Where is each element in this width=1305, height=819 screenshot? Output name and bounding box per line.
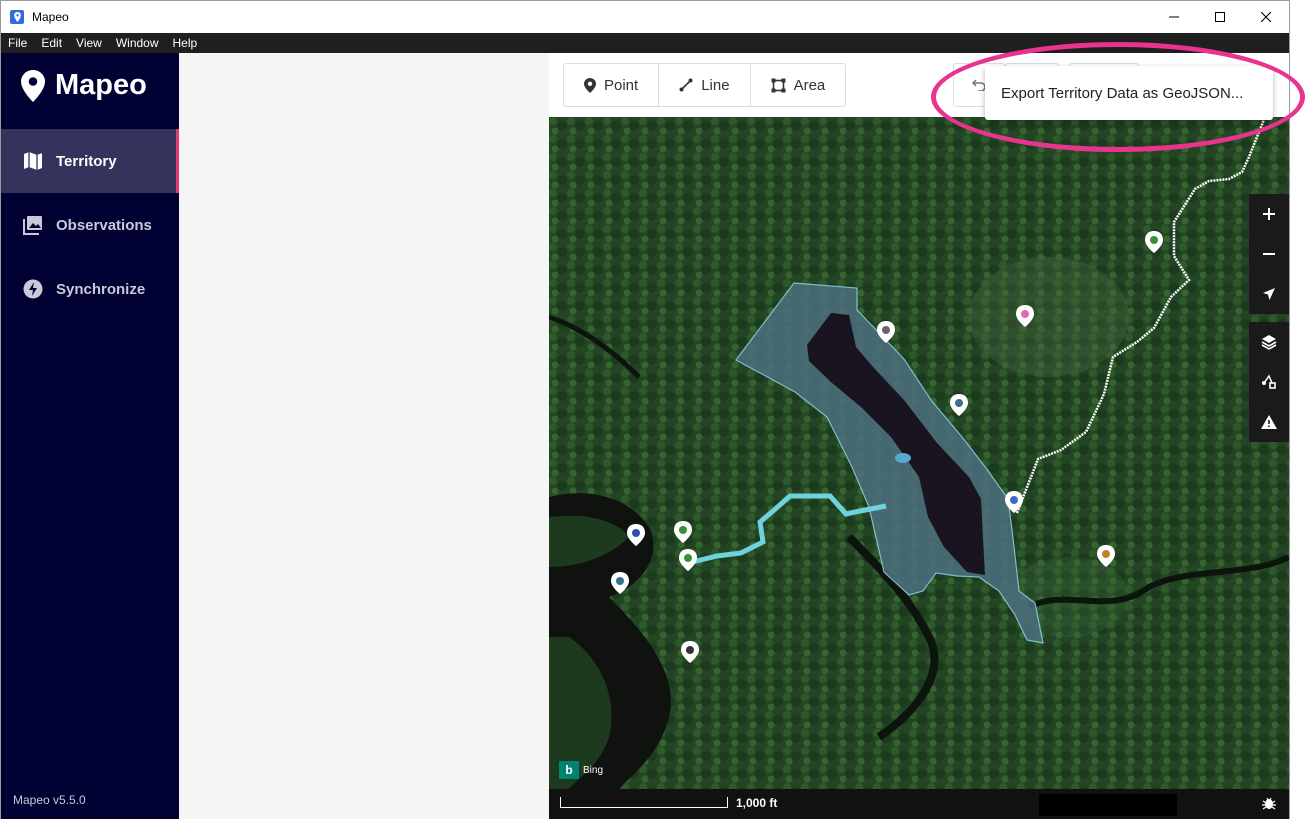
sidebar-item-label: Observations [56,216,152,234]
minimize-button[interactable] [1151,1,1197,33]
layers-icon [1261,335,1277,350]
bug-report-icon[interactable] [1261,795,1277,811]
area-icon [771,78,786,92]
zoom-controls [1249,194,1289,314]
zoom-out-button[interactable] [1249,234,1289,274]
app-version: Mapeo v5.5.0 [13,793,86,807]
sidebar-item-label: Territory [56,152,117,170]
add-point-button[interactable]: Point [564,64,660,106]
warning-icon [1261,415,1277,429]
title-bar: Mapeo [1,1,1289,33]
sidebar-item-territory[interactable]: Territory [1,129,179,193]
point-label: Point [604,76,639,94]
list-pane [179,53,549,819]
map-pin-icon [21,69,45,102]
locate-button[interactable] [1249,274,1289,314]
line-icon [679,78,693,92]
zoom-in-button[interactable] [1249,194,1289,234]
sidebar: Mapeo Territory Observations Synchronize… [1,53,179,819]
shape-edit-icon [1262,374,1276,389]
map-view[interactable]: b Bing [549,117,1289,789]
close-icon [1261,12,1271,22]
measure-button[interactable] [1249,362,1289,402]
scale-label: 1,000 ft [736,796,778,810]
sidebar-item-synchronize[interactable]: Synchronize [1,257,179,321]
menu-edit[interactable]: Edit [34,36,69,50]
logo-text: Mapeo [55,69,147,101]
window-controls [1151,1,1289,33]
satellite-imagery [549,117,1289,789]
menu-help[interactable]: Help [166,36,205,50]
add-area-button[interactable]: Area [751,64,846,106]
app-icon [10,10,24,24]
issues-button[interactable] [1249,402,1289,442]
logo: Mapeo [21,69,147,102]
sidebar-item-label: Synchronize [56,280,146,298]
attribution-text: Bing [583,764,604,776]
plus-icon [1263,208,1275,220]
close-button[interactable] [1243,1,1289,33]
area-label: Area [793,76,826,94]
photos-icon [23,216,42,235]
sidebar-item-observations[interactable]: Observations [1,193,179,257]
map-attribution: b Bing [559,761,603,779]
map-footer: 1,000 ft [549,789,1289,819]
maximize-icon [1215,12,1225,22]
window-title: Mapeo [32,10,69,24]
menu-view[interactable]: View [69,36,109,50]
redacted-area [1039,794,1177,816]
add-line-button[interactable]: Line [659,64,751,106]
minimize-icon [1169,16,1179,18]
highlight-annotation [931,42,1305,152]
line-label: Line [701,76,730,94]
bolt-icon [23,279,43,299]
point-icon [584,77,596,93]
map-icon [24,152,42,170]
map-tools [1249,322,1289,442]
add-tools: Point Line Area [563,63,847,107]
menu-file[interactable]: File [1,36,34,50]
layers-button[interactable] [1249,322,1289,362]
menu-window[interactable]: Window [109,36,166,50]
scale-bar [560,797,728,808]
bing-logo-icon: b [559,761,579,779]
maximize-button[interactable] [1197,1,1243,33]
minus-icon [1263,253,1275,255]
navigation-arrow-icon [1263,288,1275,300]
